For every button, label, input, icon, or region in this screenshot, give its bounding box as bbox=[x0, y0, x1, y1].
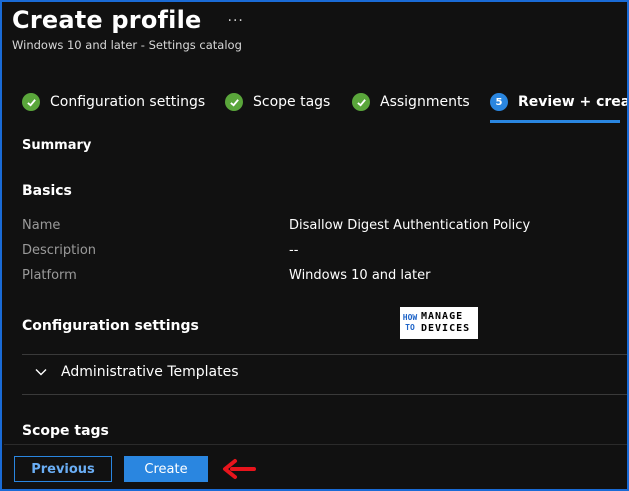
logo-text-how: HOW bbox=[402, 313, 418, 322]
logo-how-to: HOW TO bbox=[403, 313, 417, 333]
create-profile-panel: Create profile ··· Windows 10 and later … bbox=[0, 0, 629, 491]
divider bbox=[22, 354, 627, 355]
platform-value: Windows 10 and later bbox=[289, 268, 431, 283]
divider bbox=[22, 394, 627, 395]
active-step-underline bbox=[490, 120, 620, 123]
step-review-create[interactable]: 5 Review + creat bbox=[490, 93, 629, 111]
red-arrow-annotation-icon bbox=[223, 459, 256, 479]
watermark-logo: HOW TO MANAGE DEVICES bbox=[400, 307, 478, 339]
more-options-icon[interactable]: ··· bbox=[228, 13, 244, 29]
page-header: Create profile ··· Windows 10 and later … bbox=[12, 6, 244, 52]
wizard-steps: Configuration settings Scope tags Assign… bbox=[22, 93, 627, 123]
configuration-settings-heading: Configuration settings bbox=[22, 318, 199, 334]
logo-manage-devices: MANAGE DEVICES bbox=[421, 311, 470, 335]
logo-text-manage: MANAGE bbox=[421, 311, 464, 322]
step-label: Configuration settings bbox=[50, 94, 206, 110]
step-label: Review + creat bbox=[518, 94, 629, 110]
step-assignments[interactable]: Assignments bbox=[352, 93, 470, 111]
wizard-footer: Previous Create bbox=[4, 444, 627, 489]
name-label: Name bbox=[22, 218, 61, 233]
checkmark-icon bbox=[22, 93, 40, 111]
previous-button[interactable]: Previous bbox=[14, 456, 112, 482]
administrative-templates-accordion[interactable]: Administrative Templates bbox=[34, 364, 239, 380]
checkmark-icon bbox=[352, 93, 370, 111]
step-number-badge: 5 bbox=[490, 93, 508, 111]
logo-text-devices: DEVICES bbox=[421, 323, 471, 334]
description-value: -- bbox=[289, 243, 299, 258]
description-label: Description bbox=[22, 243, 97, 258]
basics-heading: Basics bbox=[22, 183, 72, 199]
scope-tags-heading: Scope tags bbox=[22, 423, 109, 439]
chevron-down-icon bbox=[35, 369, 47, 376]
accordion-label: Administrative Templates bbox=[61, 364, 239, 380]
create-button[interactable]: Create bbox=[124, 456, 208, 482]
title-row: Create profile ··· bbox=[12, 6, 244, 34]
checkmark-icon bbox=[225, 93, 243, 111]
step-label: Scope tags bbox=[253, 94, 331, 110]
platform-label: Platform bbox=[22, 268, 77, 283]
name-value: Disallow Digest Authentication Policy bbox=[289, 218, 531, 233]
logo-text-to: TO bbox=[405, 323, 415, 332]
step-label: Assignments bbox=[380, 94, 470, 110]
step-scope-tags[interactable]: Scope tags bbox=[225, 93, 330, 111]
page-subtitle: Windows 10 and later - Settings catalog bbox=[12, 38, 242, 52]
step-configuration-settings[interactable]: Configuration settings bbox=[22, 93, 205, 111]
page-title: Create profile bbox=[12, 6, 202, 34]
summary-heading: Summary bbox=[22, 138, 92, 153]
